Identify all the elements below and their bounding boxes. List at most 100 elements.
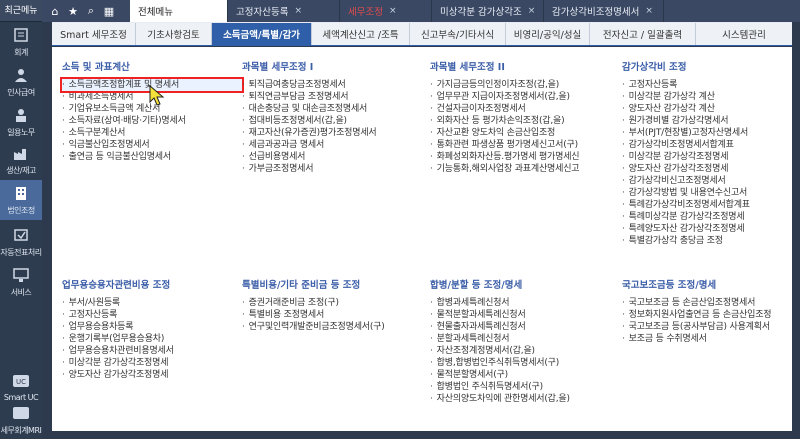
menu-item[interactable]: 양도자산 감가상각조정명세 bbox=[62, 369, 242, 381]
menu-item[interactable]: 정보화지원사업출연금 등 손금산입조정 bbox=[622, 309, 790, 321]
tab-smart-tax-adjustment[interactable]: Smart 세무조정 bbox=[52, 23, 136, 45]
recent-menu-button[interactable]: 최근메뉴 bbox=[0, 0, 42, 22]
menu-item[interactable]: 접대비등조정명세서(갑,을) bbox=[242, 115, 422, 127]
worker-icon bbox=[11, 106, 31, 124]
menu-item[interactable]: 미상각분 감가상각 계산 bbox=[622, 91, 790, 103]
tab-all-menu[interactable]: 전체메뉴 bbox=[130, 0, 228, 22]
menu-item[interactable]: 국고보조금 등 손금산입조정명세서 bbox=[622, 297, 790, 309]
menu-item[interactable]: 감가상각비신고조정명세서 bbox=[622, 175, 790, 187]
menu-item[interactable]: 가부금조정명세서 bbox=[242, 163, 422, 175]
menu-item[interactable]: 퇴직급여충당금조정명세서 bbox=[242, 79, 422, 91]
menu-item[interactable]: 부서(PJT/현장별)고정자산명세서 bbox=[622, 127, 790, 139]
menu-item[interactable]: 부서/사원등록 bbox=[62, 297, 242, 309]
menu-item[interactable]: 현물출자과세특례신청서 bbox=[430, 321, 620, 333]
smart-uc-icon: UC bbox=[11, 372, 31, 390]
menu-item[interactable]: 업무용승용차등록 bbox=[62, 321, 242, 333]
sidebar-item-daily-labor[interactable]: 일용노무 bbox=[0, 106, 42, 138]
sidebar-item-production[interactable]: 생산/재고 bbox=[0, 144, 42, 176]
sidebar-item-label: 자동전표처리 bbox=[0, 248, 42, 257]
mouse-pointer-icon bbox=[149, 84, 165, 106]
menu-item[interactable]: 증권거래준비금 조정(구) bbox=[242, 297, 422, 309]
menu-item[interactable]: 업무용승용차관련비용명세서 bbox=[62, 345, 242, 357]
person-icon bbox=[11, 66, 31, 84]
menu-item[interactable]: 미상각분 감가상각조정명세 bbox=[622, 151, 790, 163]
menu-item[interactable]: 양도자산 감가상각 계산 bbox=[622, 103, 790, 115]
menu-item[interactable]: 합병법인 주식취득명세서(구) bbox=[430, 381, 620, 393]
menu-item[interactable]: 물적분할명세서(구) bbox=[430, 369, 620, 381]
sidebar-item-tax-mri[interactable]: 세무회계MRI bbox=[0, 404, 42, 436]
menu-item[interactable]: 운행기록부(업무용승용차) bbox=[62, 333, 242, 345]
close-icon[interactable]: × bbox=[294, 6, 302, 16]
sidebar-item-auto-entry[interactable]: 자동전표처리 bbox=[0, 226, 42, 258]
tab-tax-calc-report[interactable]: 세액계산신고 /조특 bbox=[312, 23, 410, 45]
menu-item[interactable]: 고정자산등록 bbox=[622, 79, 790, 91]
tab-nonprofit[interactable]: 비영리/공익/성실 bbox=[506, 23, 590, 45]
calendar-icon[interactable]: ▦ bbox=[102, 5, 116, 18]
home-icon[interactable]: ⌂ bbox=[48, 5, 62, 18]
sidebar-item-hr-payroll[interactable]: 인사급여 bbox=[0, 66, 42, 98]
menu-item[interactable]: 자산의양도차익에 관한명세서(갑,을) bbox=[430, 393, 620, 405]
tab-system-admin[interactable]: 시스템관리 bbox=[696, 23, 792, 45]
menu-item[interactable]: 자산조정계정명세서(갑,을) bbox=[430, 345, 620, 357]
menu-item[interactable]: 특별비용 조정명세서 bbox=[242, 309, 422, 321]
menu-item[interactable]: 미상각분 감가상각조정명세 bbox=[62, 357, 242, 369]
menu-item[interactable]: 특례감가상각비조정명세서합계표 bbox=[622, 199, 790, 211]
close-icon[interactable]: × bbox=[389, 6, 397, 16]
menu-item[interactable]: 퇴직연금부담금 조정명세서 bbox=[242, 91, 422, 103]
menu-item[interactable]: 출연금 등 익금불산입명세서 bbox=[62, 151, 242, 163]
tab-income-special-depreciation[interactable]: 소득금액/특별/감가 bbox=[212, 23, 312, 45]
menu-item[interactable]: 감가상각비조정명세서합계표 bbox=[622, 139, 790, 151]
menu-item[interactable]: 특례미상각분 감가상각조정명세 bbox=[622, 211, 790, 223]
menu-item[interactable]: 통화관련 파생상품 평가명세신고서(구) bbox=[430, 139, 620, 151]
menu-item[interactable]: 양도자산 감가상각조정명세 bbox=[622, 163, 790, 175]
menu-item[interactable]: 외화자산 등 평가차손익조정(갑,을) bbox=[430, 115, 620, 127]
menu-item[interactable]: 특례양도자산 감가상각조정명세 bbox=[622, 223, 790, 235]
menu-item[interactable]: 선급비용명세서 bbox=[242, 151, 422, 163]
tab-fixed-asset-registration[interactable]: 고정자산등록 × bbox=[228, 0, 340, 22]
menu-item[interactable]: 특별감가상각 충당금 조정 bbox=[622, 235, 790, 247]
menu-item[interactable]: 익금불산입조정명세서 bbox=[62, 139, 242, 151]
menu-item[interactable]: 기능통화,해외사업장 과표계산명세신고 bbox=[430, 163, 620, 175]
sidebar-item-accounting[interactable]: 회계 bbox=[0, 26, 42, 58]
menu-item[interactable]: 연구및인력개발준비금조정명세서(구) bbox=[242, 321, 422, 333]
close-icon[interactable]: × bbox=[528, 6, 536, 16]
menu-item[interactable]: 국고보조금 등(공사부담금) 사용계획서 bbox=[622, 321, 790, 333]
menu-item[interactable]: 소득자료(상여·배당·기타)명세서 bbox=[62, 115, 242, 127]
tab-e-filing[interactable]: 전자신고 / 일괄출력 bbox=[590, 23, 696, 45]
tab-depreciation-statement[interactable]: 감가상각비조정명세서 × bbox=[544, 0, 664, 22]
sidebar-item-label: 세무회계MRI bbox=[0, 426, 42, 435]
menu-item[interactable]: 세금과공과금 명세서 bbox=[242, 139, 422, 151]
star-icon[interactable]: ★ bbox=[66, 5, 80, 18]
menu-item[interactable]: 고정자산등록 bbox=[62, 309, 242, 321]
menu-item[interactable]: 화폐성외화자산등.평가명세 평가명세신 bbox=[430, 151, 620, 163]
menu-item[interactable]: 재고자산(유가증권)평가조정명세서 bbox=[242, 127, 422, 139]
menu-item[interactable]: 가지급금등의인정이자조정(갑,을) bbox=[430, 79, 620, 91]
tab-undepreciated[interactable]: 미상각분 감가상각조 × bbox=[432, 0, 544, 22]
menu-item[interactable]: 건설자금이자조정명세서 bbox=[430, 103, 620, 115]
sidebar-item-corporate-adjustment[interactable]: 법인조정 bbox=[0, 180, 42, 220]
menu-item[interactable]: 합병과세특례신청서 bbox=[430, 297, 620, 309]
tab-tax-adjustment[interactable]: 세무조정 × bbox=[340, 0, 432, 22]
menu-item[interactable]: 대손충당금 및 대손금조정명세서 bbox=[242, 103, 422, 115]
menu-item[interactable]: 물적분할과세특례신청서 bbox=[430, 309, 620, 321]
sidebar-item-smart-uc[interactable]: UC Smart UC bbox=[0, 372, 42, 402]
section-title: 국고보조금등 조정/명세 bbox=[622, 280, 717, 291]
search-icon[interactable]: ⌕ bbox=[84, 4, 98, 18]
tab-attached-forms[interactable]: 신고부속/기타서식 bbox=[410, 23, 506, 45]
sidebar-item-service[interactable]: 서비스 bbox=[0, 266, 42, 298]
menu-item[interactable]: 자산교환 양도차익 손금산입조정 bbox=[430, 127, 620, 139]
mri-icon bbox=[11, 404, 31, 422]
section-title: 과목별 세무조정 II bbox=[430, 62, 505, 73]
tab-basic-review[interactable]: 기초사항검토 bbox=[136, 23, 212, 45]
menu-item[interactable]: 원가경비별 감가상각명세서 bbox=[622, 115, 790, 127]
close-icon[interactable]: × bbox=[645, 6, 653, 16]
menu-item[interactable]: 합병,합병법인주식취득명세서(구) bbox=[430, 357, 620, 369]
category-menubar: Smart 세무조정 기초사항검토 소득금액/특별/감가 세액계산신고 /조특 … bbox=[52, 22, 792, 46]
menu-item[interactable]: 보조금 등 수취명세서 bbox=[622, 333, 790, 345]
left-sidebar: 최근메뉴 회계 인사급여 일용노무 생산/재고 법인조정 자동전표처리 서비스 bbox=[0, 0, 42, 439]
top-tab-bar: ⌂ ★ ⌕ ▦ 전체메뉴 고정자산등록 × 세무조정 × 미상각분 감가상각조 × 감… bbox=[42, 0, 800, 22]
menu-item[interactable]: 소득구분계산서 bbox=[62, 127, 242, 139]
menu-item[interactable]: 분할과세특례신청서 bbox=[430, 333, 620, 345]
menu-item[interactable]: 업무무관 지급이자조정명세서(갑,을) bbox=[430, 91, 620, 103]
menu-item[interactable]: 감가상각방법 및 내용연수신고서 bbox=[622, 187, 790, 199]
